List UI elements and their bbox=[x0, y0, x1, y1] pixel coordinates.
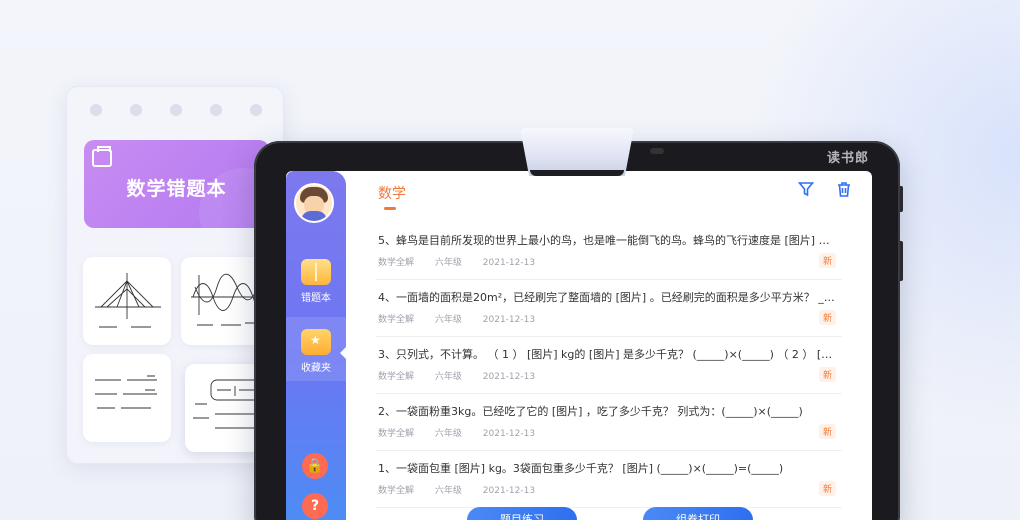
binding-hole bbox=[250, 104, 262, 116]
question-grade: 六年级 bbox=[434, 258, 462, 268]
sidebar-item-favorites[interactable]: 收藏夹 bbox=[286, 317, 346, 381]
webcam-clip-base bbox=[530, 170, 624, 176]
tablet-screen: 错题本 收藏夹 🔒 ? 数学 5、蜂鸟是目前所发现的世界上最小的鸟，也是唯一能倒… bbox=[286, 171, 872, 520]
help-icon: ? bbox=[310, 498, 320, 514]
question-item[interactable]: 4、一面墙的面积是20m²，已经刷完了整面墙的 [图片] 。已经刷完的面积是多少… bbox=[376, 280, 842, 337]
sidebar-item-mistake-book[interactable]: 错题本 bbox=[286, 257, 346, 309]
question-meta: 数学全解 六年级 2021-12-13 bbox=[378, 426, 553, 439]
question-text: 4、一面墙的面积是20m²，已经刷完了整面墙的 [图片] 。已经刷完的面积是多少… bbox=[378, 291, 838, 304]
question-meta: 数学全解 六年级 2021-12-13 bbox=[378, 255, 553, 268]
avatar[interactable] bbox=[294, 183, 334, 223]
question-date: 2021-12-13 bbox=[482, 429, 536, 439]
question-item[interactable]: 2、一袋面粉重3kg。已经吃了它的 [图片] ，吃了多少千克？ 列式为：(___… bbox=[376, 394, 842, 451]
question-meta: 数学全解 六年级 2021-12-13 bbox=[378, 369, 553, 382]
avatar-body bbox=[301, 211, 327, 221]
new-badge: 新 bbox=[818, 481, 836, 496]
help-button[interactable]: ? bbox=[302, 493, 328, 519]
question-date: 2021-12-13 bbox=[482, 486, 536, 496]
question-list: 5、蜂鸟是目前所发现的世界上最小的鸟，也是唯一能倒飞的鸟。蜂鸟的飞行速度是 [图… bbox=[376, 223, 842, 508]
binding-hole bbox=[210, 104, 222, 116]
folder-star-icon bbox=[301, 329, 331, 355]
trash-icon[interactable] bbox=[836, 181, 852, 201]
handwritten-note-thumbnail[interactable] bbox=[83, 354, 171, 442]
math-mistake-notebook-card[interactable]: 数学错题本 bbox=[66, 86, 284, 464]
notebook-title: 数学错题本 bbox=[126, 178, 227, 200]
question-source: 数学全解 bbox=[378, 315, 415, 325]
question-date: 2021-12-13 bbox=[482, 258, 536, 268]
question-text: 5、蜂鸟是目前所发现的世界上最小的鸟，也是唯一能倒飞的鸟。蜂鸟的飞行速度是 [图… bbox=[378, 234, 838, 247]
print-paper-button[interactable]: 组卷打印 bbox=[643, 507, 753, 520]
question-item[interactable]: 1、一袋面包重 [图片] kg。3袋面包重多少千克？ [图片] (_____)×… bbox=[376, 451, 842, 508]
tablet-side-button bbox=[900, 186, 903, 212]
binding-hole bbox=[130, 104, 142, 116]
question-grade: 六年级 bbox=[434, 486, 462, 496]
book-icon bbox=[301, 259, 331, 285]
app-sidebar: 错题本 收藏夹 🔒 ? bbox=[286, 171, 346, 520]
filter-icon[interactable] bbox=[797, 181, 815, 201]
binding-hole bbox=[90, 104, 102, 116]
question-date: 2021-12-13 bbox=[482, 315, 536, 325]
practice-button[interactable]: 题目练习 bbox=[467, 507, 577, 520]
printer-icon bbox=[92, 146, 112, 167]
new-badge: 新 bbox=[818, 253, 836, 268]
sidebar-item-label: 收藏夹 bbox=[301, 363, 331, 374]
question-meta: 数学全解 六年级 2021-12-13 bbox=[378, 483, 553, 496]
question-grade: 六年级 bbox=[434, 372, 462, 382]
question-source: 数学全解 bbox=[378, 486, 415, 496]
question-source: 数学全解 bbox=[378, 372, 415, 382]
question-source: 数学全解 bbox=[378, 258, 415, 268]
new-badge: 新 bbox=[818, 367, 836, 382]
question-text: 2、一袋面粉重3kg。已经吃了它的 [图片] ，吃了多少千克？ 列式为：(___… bbox=[378, 405, 803, 418]
sidebar-item-label: 错题本 bbox=[301, 293, 331, 304]
brand-logo: 读书郎 bbox=[827, 151, 870, 166]
question-grade: 六年级 bbox=[434, 429, 462, 439]
webcam-clip bbox=[520, 128, 634, 176]
question-date: 2021-12-13 bbox=[482, 372, 536, 382]
tab-active-underline bbox=[384, 207, 396, 210]
question-source: 数学全解 bbox=[378, 429, 415, 439]
notebook-header[interactable]: 数学错题本 bbox=[84, 140, 269, 228]
tab-math[interactable]: 数学 bbox=[378, 183, 406, 203]
question-meta: 数学全解 六年级 2021-12-13 bbox=[378, 312, 553, 325]
question-grade: 六年级 bbox=[434, 315, 462, 325]
active-indicator-arrow bbox=[340, 347, 346, 359]
lock-button[interactable]: 🔒 bbox=[302, 453, 328, 479]
question-item[interactable]: 5、蜂鸟是目前所发现的世界上最小的鸟，也是唯一能倒飞的鸟。蜂鸟的飞行速度是 [图… bbox=[376, 223, 842, 280]
new-badge: 新 bbox=[818, 310, 836, 325]
tablet-side-button bbox=[900, 241, 903, 281]
binding-hole bbox=[170, 104, 182, 116]
front-camera bbox=[650, 148, 664, 154]
lock-icon: 🔒 bbox=[306, 458, 324, 474]
question-item[interactable]: 3、只列式，不计算。 （ 1 ） [图片] kg的 [图片] 是多少千克？ (_… bbox=[376, 337, 842, 394]
question-text: 1、一袋面包重 [图片] kg。3袋面包重多少千克？ [图片] (_____)×… bbox=[378, 462, 784, 475]
question-text: 3、只列式，不计算。 （ 1 ） [图片] kg的 [图片] 是多少千克？ (_… bbox=[378, 348, 838, 361]
new-badge: 新 bbox=[818, 424, 836, 439]
handwritten-note-thumbnail[interactable] bbox=[83, 257, 171, 345]
